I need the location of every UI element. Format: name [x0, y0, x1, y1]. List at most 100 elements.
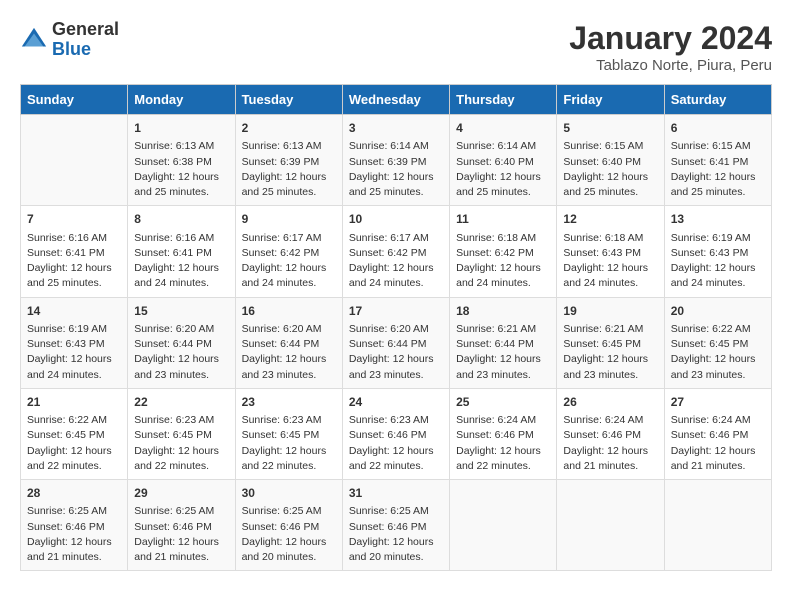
day-details: Sunrise: 6:16 AM Sunset: 6:41 PM Dayligh…	[27, 231, 121, 292]
header-wednesday: Wednesday	[342, 85, 449, 115]
day-number: 21	[27, 394, 121, 411]
calendar-header: Sunday Monday Tuesday Wednesday Thursday…	[21, 85, 772, 115]
day-details: Sunrise: 6:23 AM Sunset: 6:46 PM Dayligh…	[349, 413, 443, 474]
page-header: General Blue January 2024 Tablazo Norte,…	[20, 20, 772, 74]
page-title: January 2024	[569, 20, 772, 57]
day-details: Sunrise: 6:15 AM Sunset: 6:41 PM Dayligh…	[671, 139, 765, 200]
day-details: Sunrise: 6:24 AM Sunset: 6:46 PM Dayligh…	[671, 413, 765, 474]
calendar-cell: 12Sunrise: 6:18 AM Sunset: 6:43 PM Dayli…	[557, 206, 664, 297]
calendar-table: Sunday Monday Tuesday Wednesday Thursday…	[20, 84, 772, 571]
calendar-cell: 5 Sunrise: 6:15 AM Sunset: 6:40 PM Daylig…	[557, 115, 664, 206]
day-number: 20	[671, 303, 765, 320]
day-number: 22	[134, 394, 228, 411]
day-number: 24	[349, 394, 443, 411]
day-number: 4	[456, 120, 550, 137]
calendar-cell	[21, 115, 128, 206]
day-details: Sunrise: 6:24 AM Sunset: 6:46 PM Dayligh…	[563, 413, 657, 474]
day-details: Sunrise: 6:20 AM Sunset: 6:44 PM Dayligh…	[242, 322, 336, 383]
calendar-cell: 2 Sunrise: 6:13 AM Sunset: 6:39 PM Daylig…	[235, 115, 342, 206]
day-number: 5	[563, 120, 657, 137]
day-details: Sunrise: 6:22 AM Sunset: 6:45 PM Dayligh…	[671, 322, 765, 383]
day-details: Sunrise: 6:25 AM Sunset: 6:46 PM Dayligh…	[134, 504, 228, 565]
day-details: Sunrise: 6:19 AM Sunset: 6:43 PM Dayligh…	[27, 322, 121, 383]
day-details: Sunrise: 6:18 AM Sunset: 6:42 PM Dayligh…	[456, 231, 550, 292]
header-saturday: Saturday	[664, 85, 771, 115]
day-number: 1	[134, 120, 228, 137]
calendar-cell: 25 Sunrise: 6:24 AM Sunset: 6:46 PM Dayli…	[450, 388, 557, 479]
day-number: 29	[134, 485, 228, 502]
day-number: 31	[349, 485, 443, 502]
day-details: Sunrise: 6:24 AM Sunset: 6:46 PM Dayligh…	[456, 413, 550, 474]
calendar-cell: 17 Sunrise: 6:20 AM Sunset: 6:44 PM Dayli…	[342, 297, 449, 388]
day-number: 16	[242, 303, 336, 320]
calendar-cell	[450, 480, 557, 571]
day-details: Sunrise: 6:25 AM Sunset: 6:46 PM Dayligh…	[27, 504, 121, 565]
calendar-cell: 1Sunrise: 6:13 AM Sunset: 6:38 PM Daylig…	[128, 115, 235, 206]
day-number: 12	[563, 211, 657, 228]
logo-text: General Blue	[52, 20, 119, 60]
calendar-cell: 14Sunrise: 6:19 AM Sunset: 6:43 PM Dayli…	[21, 297, 128, 388]
calendar-cell: 22 Sunrise: 6:23 AM Sunset: 6:45 PM Dayli…	[128, 388, 235, 479]
day-number: 25	[456, 394, 550, 411]
day-details: Sunrise: 6:20 AM Sunset: 6:44 PM Dayligh…	[134, 322, 228, 383]
day-details: Sunrise: 6:16 AM Sunset: 6:41 PM Dayligh…	[134, 231, 228, 292]
day-number: 11	[456, 211, 550, 228]
day-details: Sunrise: 6:19 AM Sunset: 6:43 PM Dayligh…	[671, 231, 765, 292]
day-number: 7	[27, 211, 121, 228]
day-number: 2	[242, 120, 336, 137]
calendar-cell: 13 Sunrise: 6:19 AM Sunset: 6:43 PM Dayli…	[664, 206, 771, 297]
day-details: Sunrise: 6:21 AM Sunset: 6:45 PM Dayligh…	[563, 322, 657, 383]
calendar-cell	[664, 480, 771, 571]
calendar-cell: 16 Sunrise: 6:20 AM Sunset: 6:44 PM Dayli…	[235, 297, 342, 388]
day-number: 6	[671, 120, 765, 137]
day-number: 26	[563, 394, 657, 411]
calendar-cell: 15 Sunrise: 6:20 AM Sunset: 6:44 PM Dayli…	[128, 297, 235, 388]
calendar-cell: 7 Sunrise: 6:16 AM Sunset: 6:41 PM Daylig…	[21, 206, 128, 297]
day-details: Sunrise: 6:15 AM Sunset: 6:40 PM Dayligh…	[563, 139, 657, 200]
day-number: 17	[349, 303, 443, 320]
calendar-cell: 3Sunrise: 6:14 AM Sunset: 6:39 PM Daylig…	[342, 115, 449, 206]
calendar-body: 1Sunrise: 6:13 AM Sunset: 6:38 PM Daylig…	[21, 115, 772, 571]
day-number: 23	[242, 394, 336, 411]
day-number: 27	[671, 394, 765, 411]
calendar-cell: 28 Sunrise: 6:25 AM Sunset: 6:46 PM Dayli…	[21, 480, 128, 571]
logo: General Blue	[20, 20, 119, 60]
calendar-cell: 10 Sunrise: 6:17 AM Sunset: 6:42 PM Dayli…	[342, 206, 449, 297]
header-sunday: Sunday	[21, 85, 128, 115]
calendar-cell: 19Sunrise: 6:21 AM Sunset: 6:45 PM Dayli…	[557, 297, 664, 388]
day-details: Sunrise: 6:20 AM Sunset: 6:44 PM Dayligh…	[349, 322, 443, 383]
logo-general-text: General	[52, 20, 119, 40]
calendar-cell: 18 Sunrise: 6:21 AM Sunset: 6:44 PM Dayli…	[450, 297, 557, 388]
day-number: 10	[349, 211, 443, 228]
calendar-cell: 11 Sunrise: 6:18 AM Sunset: 6:42 PM Dayli…	[450, 206, 557, 297]
day-details: Sunrise: 6:22 AM Sunset: 6:45 PM Dayligh…	[27, 413, 121, 474]
day-details: Sunrise: 6:17 AM Sunset: 6:42 PM Dayligh…	[349, 231, 443, 292]
calendar-week-row: 1Sunrise: 6:13 AM Sunset: 6:38 PM Daylig…	[21, 115, 772, 206]
calendar-cell: 8 Sunrise: 6:16 AM Sunset: 6:41 PM Daylig…	[128, 206, 235, 297]
logo-blue-text: Blue	[52, 40, 119, 60]
calendar-cell: 4 Sunrise: 6:14 AM Sunset: 6:40 PM Daylig…	[450, 115, 557, 206]
calendar-cell: 21 Sunrise: 6:22 AM Sunset: 6:45 PM Dayli…	[21, 388, 128, 479]
day-details: Sunrise: 6:21 AM Sunset: 6:44 PM Dayligh…	[456, 322, 550, 383]
day-number: 13	[671, 211, 765, 228]
header-row: Sunday Monday Tuesday Wednesday Thursday…	[21, 85, 772, 115]
calendar-week-row: 28 Sunrise: 6:25 AM Sunset: 6:46 PM Dayli…	[21, 480, 772, 571]
day-number: 15	[134, 303, 228, 320]
day-number: 28	[27, 485, 121, 502]
day-number: 3	[349, 120, 443, 137]
calendar-cell: 30Sunrise: 6:25 AM Sunset: 6:46 PM Dayli…	[235, 480, 342, 571]
calendar-cell	[557, 480, 664, 571]
header-thursday: Thursday	[450, 85, 557, 115]
day-number: 18	[456, 303, 550, 320]
day-details: Sunrise: 6:23 AM Sunset: 6:45 PM Dayligh…	[134, 413, 228, 474]
calendar-week-row: 14Sunrise: 6:19 AM Sunset: 6:43 PM Dayli…	[21, 297, 772, 388]
day-details: Sunrise: 6:25 AM Sunset: 6:46 PM Dayligh…	[242, 504, 336, 565]
calendar-cell: 6 Sunrise: 6:15 AM Sunset: 6:41 PM Daylig…	[664, 115, 771, 206]
day-number: 8	[134, 211, 228, 228]
calendar-cell: 27 Sunrise: 6:24 AM Sunset: 6:46 PM Dayli…	[664, 388, 771, 479]
header-friday: Friday	[557, 85, 664, 115]
day-details: Sunrise: 6:14 AM Sunset: 6:40 PM Dayligh…	[456, 139, 550, 200]
day-details: Sunrise: 6:23 AM Sunset: 6:45 PM Dayligh…	[242, 413, 336, 474]
day-details: Sunrise: 6:13 AM Sunset: 6:39 PM Dayligh…	[242, 139, 336, 200]
page-subtitle: Tablazo Norte, Piura, Peru	[569, 57, 772, 74]
